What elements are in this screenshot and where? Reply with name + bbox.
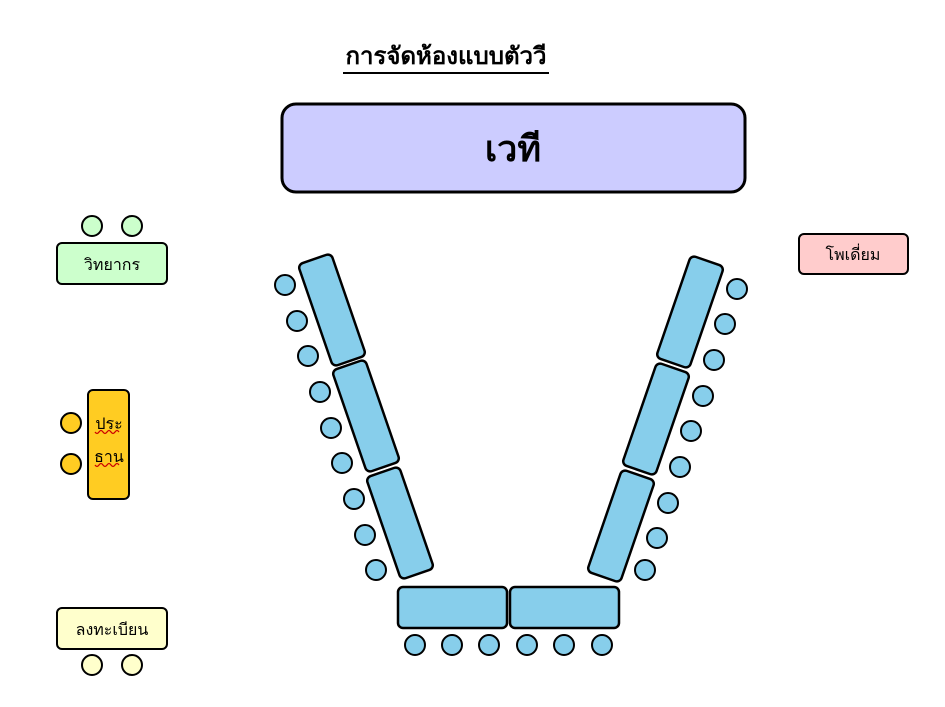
seat bbox=[657, 492, 679, 514]
bottom-seats bbox=[404, 634, 613, 656]
seat bbox=[354, 524, 376, 546]
seat bbox=[669, 456, 691, 478]
page-title: การจัดห้องแบบตัววี bbox=[346, 41, 547, 70]
seat bbox=[320, 417, 342, 439]
seat bbox=[274, 274, 296, 296]
seat bbox=[343, 488, 365, 510]
registration-seat bbox=[121, 654, 143, 676]
seat bbox=[331, 452, 353, 474]
seat bbox=[478, 634, 500, 656]
seat bbox=[553, 634, 575, 656]
seat bbox=[309, 381, 331, 403]
seat bbox=[516, 634, 538, 656]
seat bbox=[646, 527, 668, 549]
podium-label: โพเดี่ยม bbox=[826, 243, 881, 264]
chairman-table bbox=[87, 389, 130, 500]
seat bbox=[365, 559, 387, 581]
seat bbox=[726, 278, 748, 300]
speaker-label: วิทยากร bbox=[84, 255, 141, 274]
seat bbox=[680, 420, 702, 442]
seat bbox=[714, 313, 736, 335]
seat bbox=[441, 634, 463, 656]
registration-seat bbox=[81, 654, 103, 676]
bottom-tables bbox=[396, 585, 621, 630]
seat bbox=[297, 345, 319, 367]
chairman-seat bbox=[60, 412, 82, 434]
stage-label: เวที bbox=[485, 128, 541, 170]
table bbox=[508, 585, 621, 630]
seat bbox=[703, 349, 725, 371]
seat bbox=[591, 634, 613, 656]
seat bbox=[692, 385, 714, 407]
seat bbox=[404, 634, 426, 656]
speaker-seat bbox=[121, 215, 143, 237]
registration-label: ลงทะเบียน bbox=[76, 620, 149, 639]
room-layout-diagram: การจัดห้องแบบตัววี เวที วิทยากร ประ ธาน … bbox=[56, 41, 909, 676]
table bbox=[396, 585, 509, 630]
seat bbox=[286, 310, 308, 332]
seat bbox=[634, 559, 656, 581]
chairman-seat bbox=[60, 453, 82, 475]
speaker-seat bbox=[81, 215, 103, 237]
